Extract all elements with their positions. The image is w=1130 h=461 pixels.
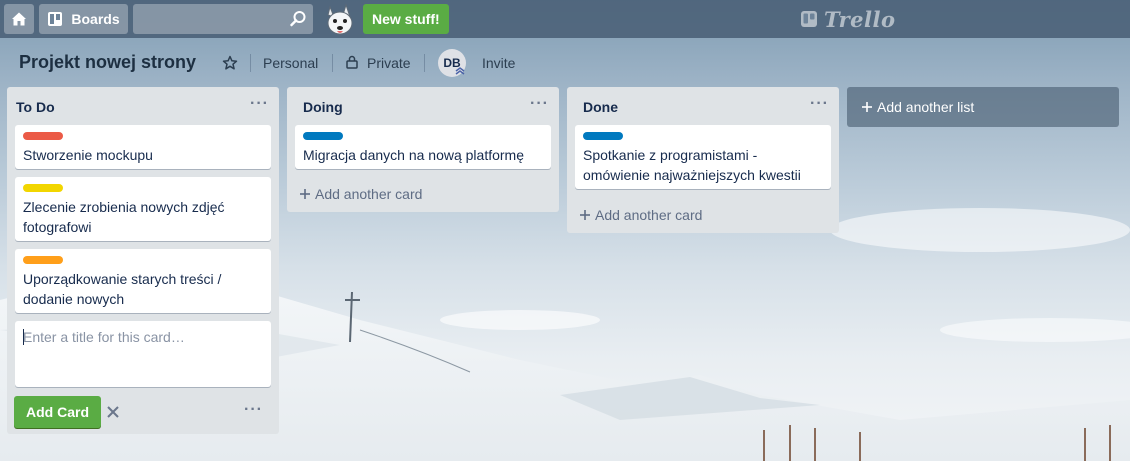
list-done: Done ··· Spotkanie z programistami - omó… <box>567 87 839 233</box>
add-another-card-link[interactable]: Add another card <box>579 207 702 223</box>
visibility-button[interactable]: Private <box>367 55 411 71</box>
composer-menu-icon[interactable]: ··· <box>244 401 263 419</box>
card[interactable]: Uporządkowanie starych treści / dodanie … <box>15 249 271 313</box>
card[interactable]: Migracja danych na nową platformę <box>295 125 551 169</box>
add-another-list-button[interactable]: Add another list <box>847 87 1119 127</box>
team-button[interactable]: Personal <box>263 55 318 71</box>
card[interactable]: Zlecenie zrobienia nowych zdjęć fotograf… <box>15 177 271 241</box>
star-icon[interactable] <box>222 55 238 71</box>
board-header: Projekt nowej strony Personal Private DB… <box>0 38 1130 88</box>
plus-icon <box>300 189 310 199</box>
new-stuff-button[interactable]: New stuff! <box>363 4 449 34</box>
list-to-do: To Do ··· Stworzenie mockupu Zlecenie zr… <box>7 87 279 434</box>
close-icon[interactable] <box>105 404 121 420</box>
trello-logo-icon <box>801 11 817 27</box>
header-divider <box>332 54 333 72</box>
card-title: Spotkanie z programistami - omówienie na… <box>583 147 801 183</box>
trello-logo[interactable]: Trello <box>800 6 896 32</box>
text-caret <box>23 329 24 345</box>
boards-icon <box>48 12 63 26</box>
card-title: Uporządkowanie starych treści / dodanie … <box>23 271 222 307</box>
list-menu-icon[interactable]: ··· <box>810 96 829 112</box>
list-title[interactable]: Doing <box>303 99 343 115</box>
lock-icon <box>346 55 358 69</box>
list-doing: Doing ··· Migracja danych na nową platfo… <box>287 87 559 212</box>
add-list-label: Add another list <box>877 99 975 115</box>
add-card-label: Add another card <box>315 186 423 202</box>
card-label-blue <box>303 132 343 140</box>
admin-chevrons-icon <box>455 67 465 75</box>
logo-text: Trello <box>824 6 896 32</box>
card[interactable]: Stworzenie mockupu <box>15 125 271 169</box>
card-title: Migracja danych na nową platformę <box>303 147 525 163</box>
card[interactable]: Spotkanie z programistami - omówienie na… <box>575 125 831 189</box>
plus-icon <box>580 210 590 220</box>
home-icon <box>12 12 26 26</box>
search-icon[interactable] <box>289 10 307 28</box>
taco-mascot-icon[interactable] <box>320 1 360 38</box>
boards-label: Boards <box>71 11 120 27</box>
add-card-button[interactable]: Add Card <box>14 396 101 428</box>
header-divider <box>424 54 425 72</box>
list-title[interactable]: Done <box>583 99 618 115</box>
card-title: Zlecenie zrobienia nowych zdjęć fotograf… <box>23 199 225 235</box>
search-box[interactable] <box>133 4 313 34</box>
card-title-input[interactable] <box>15 321 271 387</box>
card-label-orange <box>23 256 63 264</box>
boards-button[interactable]: Boards <box>39 4 128 34</box>
list-menu-icon[interactable]: ··· <box>530 96 549 112</box>
card-composer[interactable] <box>15 321 271 387</box>
card-title: Stworzenie mockupu <box>23 147 153 163</box>
top-navigation-bar: Boards New stuff! Trello <box>0 0 1130 38</box>
search-input[interactable] <box>133 4 283 34</box>
list-menu-icon[interactable]: ··· <box>250 96 269 112</box>
add-card-label: Add another card <box>595 207 703 223</box>
header-divider <box>250 54 251 72</box>
add-another-card-link[interactable]: Add another card <box>299 186 422 202</box>
card-label-red <box>23 132 63 140</box>
list-title[interactable]: To Do <box>16 99 55 115</box>
card-label-blue <box>583 132 623 140</box>
card-label-yellow <box>23 184 63 192</box>
invite-button[interactable]: Invite <box>482 55 515 71</box>
plus-icon <box>862 102 872 112</box>
board-title[interactable]: Projekt nowej strony <box>19 52 196 73</box>
home-button[interactable] <box>4 4 34 34</box>
